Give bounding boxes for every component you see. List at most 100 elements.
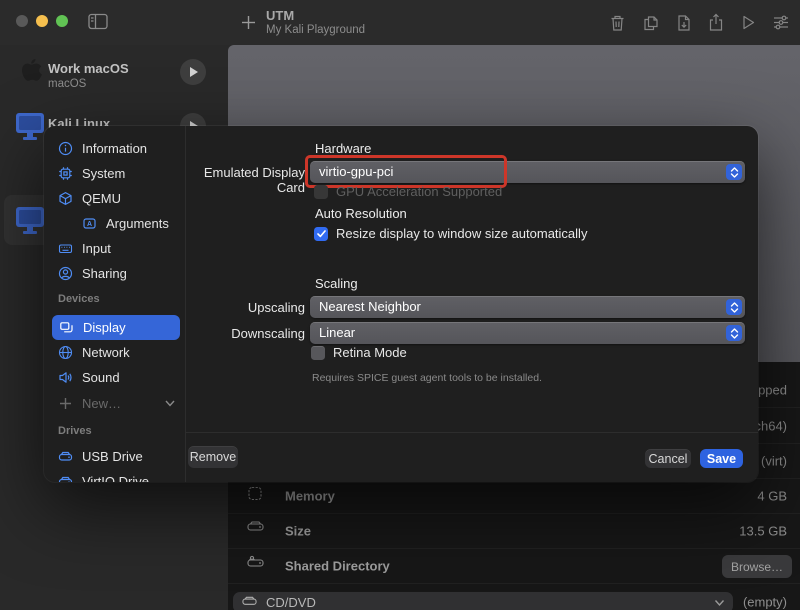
zoom-window-button[interactable]	[56, 15, 68, 27]
share-vm-icon[interactable]	[708, 13, 724, 32]
resize-display-label: Resize display to window size automatica…	[336, 226, 587, 241]
emulated-display-card-select[interactable]: virtio-gpu-pci	[310, 161, 745, 183]
chevron-down-icon	[714, 599, 725, 607]
save-button[interactable]: Save	[700, 449, 743, 468]
nav-item-sharing[interactable]: Sharing	[44, 261, 185, 285]
select-chevrons-icon	[726, 164, 742, 180]
titlebar: UTM My Kali Playground	[0, 0, 800, 45]
gpu-acceleration-checkbox[interactable]	[314, 185, 328, 199]
vm-settings-sliders-icon[interactable]	[772, 14, 790, 31]
delete-vm-trash-icon[interactable]	[609, 14, 626, 32]
nav-label: Information	[82, 141, 147, 156]
footer-divider	[185, 432, 758, 433]
nav-item-usb-drive[interactable]: USB Drive	[44, 444, 185, 468]
detail-row-cd-dvd: CD/DVD (empty)	[228, 584, 800, 610]
detail-row-size: Size 13.5 GB	[228, 514, 800, 549]
vm-settings-dialog: Information System QEMU	[44, 126, 758, 482]
cd-dvd-label: CD/DVD	[266, 595, 316, 610]
vm-os-subtitle: macOS	[48, 78, 86, 90]
nav-label: VirtIO Drive	[82, 474, 149, 483]
retina-mode-row: Retina Mode	[311, 345, 407, 360]
move-vm-document-icon[interactable]	[676, 14, 692, 32]
cancel-button[interactable]: Cancel	[645, 449, 691, 468]
apple-logo-icon	[18, 57, 44, 92]
monitor-icon	[14, 111, 46, 146]
downscaling-label: Downscaling	[174, 326, 305, 341]
emulated-display-card-label: Emulated Display Card	[174, 165, 305, 195]
speaker-icon	[58, 370, 73, 385]
nav-item-virtio-drive[interactable]: VirtIO Drive	[44, 469, 185, 482]
retina-mode-label: Retina Mode	[333, 345, 407, 360]
info-icon	[58, 141, 73, 156]
nav-item-qemu[interactable]: QEMU	[44, 186, 185, 210]
cpu-chip-icon	[58, 166, 73, 181]
scaling-section-header: Scaling	[315, 276, 358, 291]
gpu-acceleration-row: GPU Acceleration Supported	[314, 184, 502, 199]
nav-item-input[interactable]: Input	[44, 236, 185, 260]
nav-item-new-device[interactable]: New…	[44, 391, 185, 415]
retina-mode-checkbox[interactable]	[311, 346, 325, 360]
remove-button[interactable]: Remove	[188, 446, 238, 468]
resize-caption: Requires SPICE guest agent tools to be i…	[312, 372, 542, 384]
svg-text:A: A	[87, 221, 92, 228]
nav-item-arguments[interactable]: A Arguments	[44, 211, 185, 235]
nav-label: Input	[82, 241, 111, 256]
monitor-icon	[14, 205, 46, 240]
memory-value: 4 GB	[757, 489, 787, 504]
nav-item-display-selected[interactable]: Display	[52, 315, 180, 340]
optical-drive-icon	[241, 596, 258, 610]
select-value: Nearest Neighbor	[319, 299, 421, 314]
browse-button[interactable]: Browse…	[722, 555, 792, 578]
select-chevrons-icon	[726, 325, 742, 341]
new-vm-plus-icon[interactable]	[240, 14, 257, 31]
nav-label: New…	[82, 396, 121, 411]
nav-label: Display	[83, 320, 126, 335]
nav-label: Arguments	[106, 216, 169, 231]
nav-item-network[interactable]: Network	[44, 340, 185, 364]
select-value: virtio-gpu-pci	[319, 164, 393, 179]
downscaling-select[interactable]: Linear	[310, 322, 745, 344]
toggle-sidebar-icon[interactable]	[88, 13, 108, 30]
utm-window: UTM My Kali Playground	[0, 0, 800, 610]
size-label: Size	[285, 524, 311, 539]
nav-devices-header: Devices	[58, 293, 100, 305]
cd-dvd-value: (empty)	[743, 594, 787, 609]
select-value: Linear	[319, 325, 355, 340]
detail-row-memory: Memory 4 GB	[228, 479, 800, 514]
resize-display-row: Resize display to window size automatica…	[314, 226, 587, 241]
cd-dvd-dropdown[interactable]: CD/DVD	[233, 592, 733, 610]
argument-a-icon: A	[82, 216, 97, 231]
vm-row-work-macos[interactable]: Work macOS macOS	[0, 50, 228, 96]
size-value: 13.5 GB	[739, 524, 787, 539]
upscaling-select[interactable]: Nearest Neighbor	[310, 296, 745, 318]
resize-display-checkbox[interactable]	[314, 227, 328, 241]
nav-label: Sharing	[82, 266, 127, 281]
vm-title-subtitle: My Kali Playground	[266, 24, 365, 36]
clone-vm-icon[interactable]	[642, 14, 660, 32]
nav-drives-header: Drives	[58, 425, 92, 437]
globe-icon	[58, 345, 73, 360]
memory-chip-icon	[246, 485, 264, 508]
nav-item-information[interactable]: Information	[44, 136, 185, 160]
chevron-down-icon	[165, 400, 175, 407]
vm-name: Work macOS	[48, 61, 129, 76]
close-window-button[interactable]	[16, 15, 28, 27]
select-chevrons-icon	[726, 299, 742, 315]
gpu-acceleration-label: GPU Acceleration Supported	[336, 184, 502, 199]
drive-icon	[246, 521, 265, 542]
nav-label: USB Drive	[82, 449, 143, 464]
upscaling-label: Upscaling	[174, 300, 305, 315]
auto-resolution-header: Auto Resolution	[315, 206, 407, 221]
run-vm-play-icon[interactable]	[740, 14, 756, 31]
nav-label: System	[82, 166, 125, 181]
shared-folder-drive-icon	[246, 555, 265, 577]
minimize-window-button[interactable]	[36, 15, 48, 27]
machine-value: (virt)	[761, 454, 787, 469]
plus-icon	[58, 396, 73, 411]
nav-label: Network	[82, 345, 130, 360]
nav-item-system[interactable]: System	[44, 161, 185, 185]
external-drive-icon	[58, 450, 73, 463]
display-windows-icon	[59, 320, 74, 335]
nav-item-sound[interactable]: Sound	[44, 365, 185, 389]
vm-play-button[interactable]	[180, 59, 206, 85]
